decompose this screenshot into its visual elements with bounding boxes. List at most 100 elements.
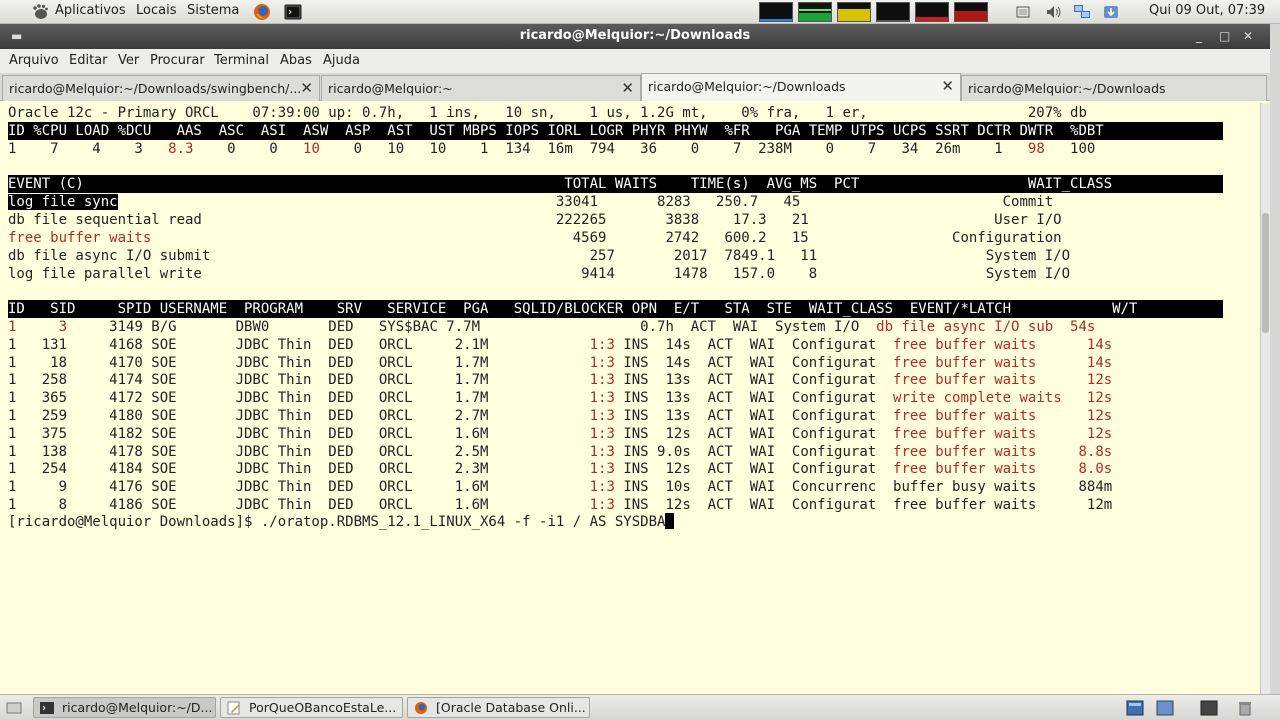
- text-segment: 1 259 4180 SOE JDBC Thin DED ORCL 2.7M: [8, 408, 590, 424]
- session-row: 1 8 4186 SOE JDBC Thin DED ORCL 1.6M 1:3…: [8, 496, 1112, 514]
- menu-terminal[interactable]: Terminal: [214, 53, 269, 68]
- text-segment: 1:3: [589, 461, 615, 478]
- text-segment: INS 13s ACT WAI Configurat: [614, 372, 894, 389]
- text-segment: db file async I/O submit: [8, 248, 211, 264]
- menubar: Arquivo Editar Ver Procurar Terminal Aba…: [0, 49, 1270, 73]
- terminal-scrollbar[interactable]: [1260, 103, 1270, 694]
- taskbar-label: PorQueOBancoEstaLe...: [249, 700, 397, 715]
- close-window-icon[interactable]: ✕: [1243, 29, 1253, 43]
- text-segment: INS 12s ACT WAI Configurat: [614, 425, 894, 442]
- text-segment: 257 2017 7849.1 11 System I/O: [210, 248, 1071, 264]
- maximize-icon[interactable]: □: [1219, 29, 1230, 43]
- text-segment: 1 18 4170 SOE JDBC Thin DED ORCL 1.7M: [8, 354, 590, 371]
- tab-close-icon[interactable]: ✕: [621, 79, 634, 97]
- workspace-2-icon[interactable]: [1156, 699, 1174, 717]
- taskbar-text-editor[interactable]: PorQueOBancoEstaLe...: [220, 697, 403, 718]
- text-segment: 1 9 4176 SOE JDBC Thin DED ORCL 1.6M: [8, 479, 590, 496]
- tab-downloads-2[interactable]: ricardo@Melquior:~/Downloads: [961, 75, 1267, 101]
- cpu-monitor-graph[interactable]: [759, 2, 793, 22]
- firefox-icon[interactable]: [253, 3, 271, 21]
- text-segment: free buffer waits 8.8s: [893, 443, 1113, 460]
- menu-file[interactable]: Arquivo: [9, 53, 59, 68]
- terminal-launcher-icon[interactable]: [284, 3, 302, 21]
- window-titlebar[interactable]: ricardo@Melquior:~/Downloads ▬ _ □ ✕: [0, 24, 1270, 49]
- text-segment: 1:3: [589, 408, 615, 424]
- gnome-foot-icon[interactable]: [31, 3, 49, 21]
- bottom-panel: ricardo@Melquior:~/D... PorQueOBancoEsta…: [0, 694, 1280, 720]
- session-row: 1 131 4168 SOE JDBC Thin DED ORCL 2.1M 1…: [8, 336, 1112, 354]
- session-row: 1 375 4182 SOE JDBC Thin DED ORCL 1.6M 1…: [8, 425, 1112, 443]
- tab-home[interactable]: ricardo@Melquior:~ ✕: [321, 75, 641, 101]
- session-row: 1 18 4170 SOE JDBC Thin DED ORCL 1.7M 1:…: [8, 354, 1112, 372]
- workspace-1-icon[interactable]: [1126, 699, 1144, 717]
- shell-prompt[interactable]: [ricardo@Melquior Downloads]$ ./oratop.R…: [8, 513, 675, 531]
- scrollbar-thumb[interactable]: [1262, 213, 1269, 333]
- session-row: 1 259 4180 SOE JDBC Thin DED ORCL 2.7M 1…: [8, 407, 1112, 425]
- text-editor-icon: [227, 701, 240, 715]
- menu-search[interactable]: Procurar: [150, 53, 205, 68]
- sessions-header: ID SID SPID USERNAME PROGRAM SRV SERVICE…: [8, 300, 1223, 318]
- memory-monitor-graph[interactable]: [798, 2, 832, 22]
- show-desktop-icon[interactable]: [6, 700, 22, 716]
- text-segment: INS 12s ACT WAI Configurat: [614, 461, 894, 478]
- browser-icon: [415, 702, 427, 714]
- text-segment: 1 365 4172 SOE JDBC Thin DED ORCL 1.7M: [8, 390, 590, 407]
- text-segment: free buffer waits 12s: [893, 372, 1113, 389]
- taskbar-terminal[interactable]: ricardo@Melquior:~/D...: [33, 697, 216, 718]
- window-menu-icon[interactable]: ▬: [11, 29, 22, 43]
- session-row: 1 254 4184 SOE JDBC Thin DED ORCL 2.3M 1…: [8, 460, 1112, 478]
- keyboard-indicator-icon[interactable]: [1014, 3, 1032, 21]
- swap-monitor-graph[interactable]: [876, 2, 910, 22]
- text-segment: 222265 3838 17.3 21 User I/O: [201, 212, 1062, 228]
- text-segment: 1 7 4 3: [8, 141, 169, 157]
- events-header: EVENT (C) TOTAL WAITS TIME(s) AVG_MS PCT…: [8, 175, 1223, 193]
- text-segment: 1 258 4174 SOE JDBC Thin DED ORCL 1.7M: [8, 372, 590, 389]
- text-segment: write complete waits 12s: [893, 390, 1113, 407]
- cursor: [665, 513, 675, 529]
- terminal-content[interactable]: Oracle 12c - Primary ORCL 07:39:00 up: 0…: [0, 101, 1270, 694]
- text-segment: 1:3: [589, 497, 615, 513]
- window-title: ricardo@Melquior:~/Downloads: [519, 28, 751, 43]
- text-segment: 3149 B/G DBW0 DED SYS$BAC 7.7M 0.7h ACT …: [67, 319, 877, 335]
- event-row: log file parallel write 9414 1478 157.0 …: [8, 265, 1070, 283]
- command-text: [ricardo@Melquior Downloads]$ ./oratop.R…: [8, 514, 666, 530]
- stats-header: ID %CPU LOAD %DCU AAS ASC ASI ASW ASP AS…: [8, 122, 1223, 140]
- tab-close-icon[interactable]: ✕: [941, 77, 954, 95]
- network-icon[interactable]: [1073, 3, 1091, 21]
- text-segment: 1 8 4186 SOE JDBC Thin DED ORCL 1.6M: [8, 497, 590, 513]
- text-segment: 100: [1044, 141, 1096, 157]
- text-segment: INS 10s ACT WAI Concurrenc buffer busy w…: [614, 479, 1113, 496]
- text-segment: INS 14s ACT WAI Configurat: [614, 336, 894, 353]
- update-notifier-icon[interactable]: [1102, 3, 1120, 21]
- text-segment: 1:3: [589, 336, 615, 353]
- menu-help[interactable]: Ajuda: [323, 53, 360, 68]
- load-monitor-graph[interactable]: [915, 2, 949, 22]
- text-segment: INS 14s ACT WAI Configurat: [614, 354, 894, 371]
- network-monitor-graph[interactable]: [837, 2, 871, 22]
- menu-tabs[interactable]: Abas: [280, 53, 312, 68]
- tab-label: ricardo@Melquior:~/Downloads: [648, 79, 846, 94]
- taskbar-browser[interactable]: [Oracle Database Onli...: [407, 697, 590, 718]
- trash-icon[interactable]: [1236, 699, 1254, 717]
- menu-edit[interactable]: Editar: [69, 53, 108, 68]
- minimize-icon[interactable]: _: [1196, 29, 1202, 43]
- terminal-icon: [40, 702, 54, 714]
- menu-view[interactable]: Ver: [118, 53, 139, 68]
- event-row: free buffer waits 4569 2742 600.2 15 Con…: [8, 229, 1062, 247]
- volume-icon[interactable]: [1045, 3, 1063, 21]
- menu-system[interactable]: Sistema: [187, 3, 239, 18]
- text-segment: 8.3: [168, 141, 194, 157]
- disk-monitor-graph[interactable]: [954, 2, 988, 22]
- menu-places[interactable]: Locais: [136, 3, 176, 18]
- clock[interactable]: Qui 09 Out, 07:39: [1149, 3, 1265, 18]
- tab-downloads-active[interactable]: ricardo@Melquior:~/Downloads ✕: [641, 73, 961, 102]
- text-segment: free buffer waits 12s: [893, 408, 1113, 424]
- tab-swingbench[interactable]: ricardo@Melquior:~/Downloads/swingbench/…: [2, 75, 320, 101]
- workspace-3-icon[interactable]: [1200, 699, 1218, 717]
- text-segment: db file sequential read: [8, 212, 202, 228]
- tab-close-icon[interactable]: ✕: [300, 79, 313, 97]
- text-segment: 1 254 4184 SOE JDBC Thin DED ORCL 2.3M: [8, 461, 590, 478]
- text-segment: 1:3: [589, 372, 615, 389]
- menu-applications[interactable]: Aplicativos: [55, 3, 126, 18]
- text-segment: 1:3: [589, 354, 615, 371]
